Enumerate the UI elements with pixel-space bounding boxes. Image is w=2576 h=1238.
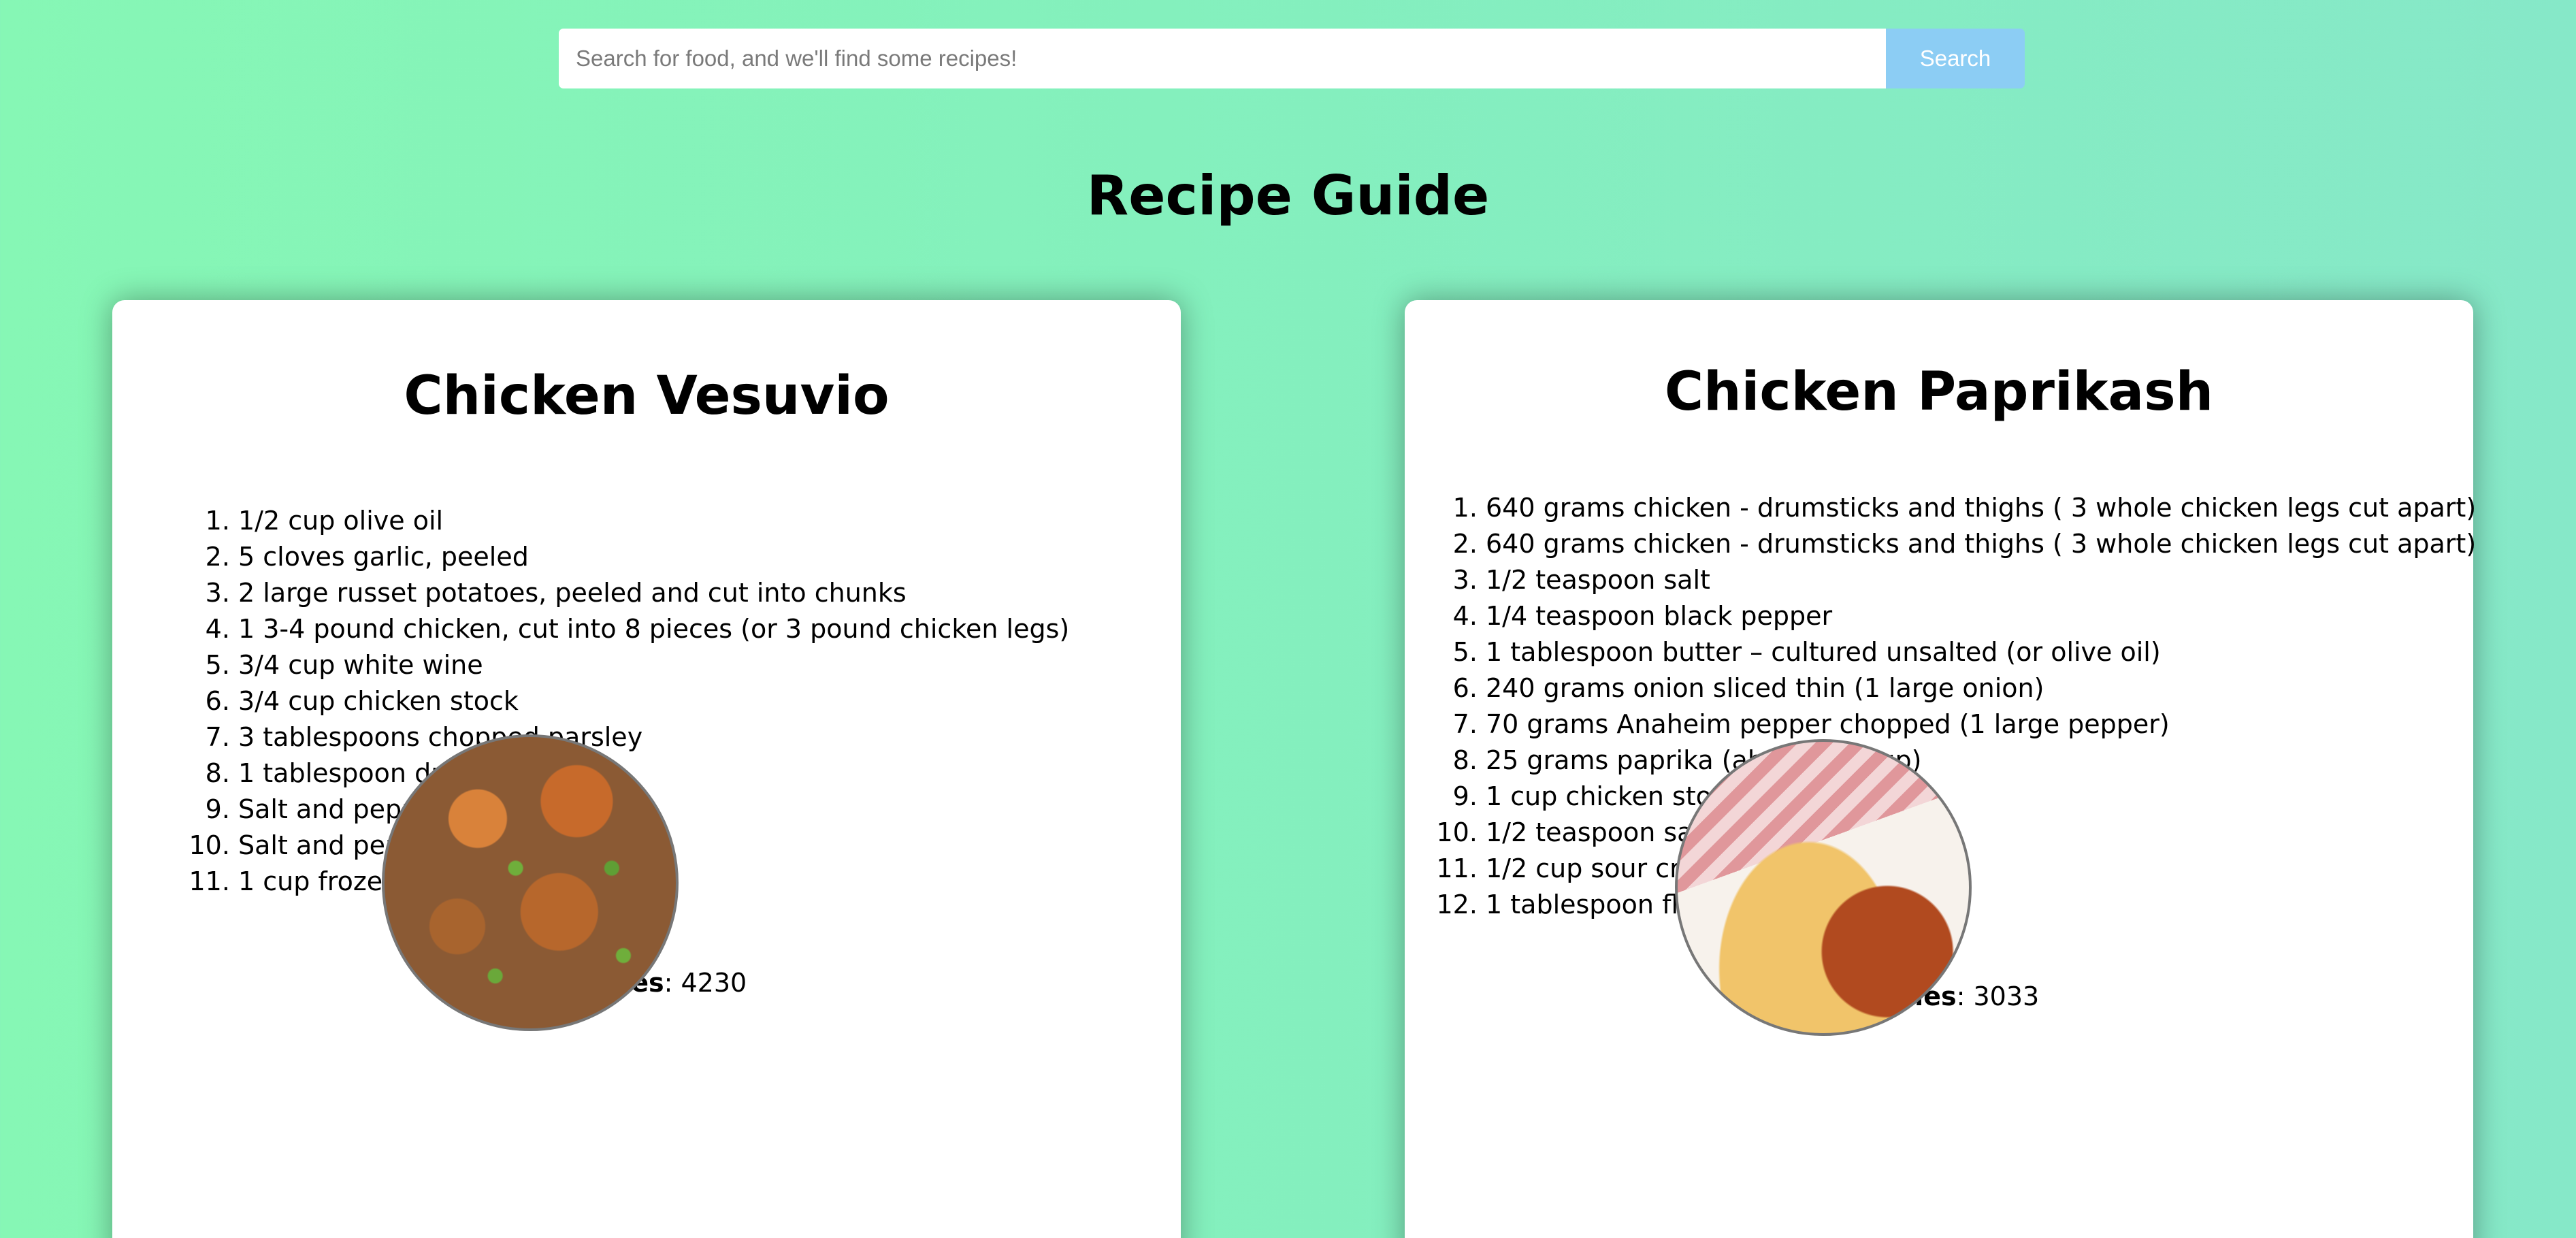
ingredient-item: 1 tablespoon flour – all-purpose — [1486, 887, 2476, 923]
ingredient-item: 640 grams chicken - drumsticks and thigh… — [1486, 526, 2476, 562]
ingredient-item: 5 cloves garlic, peeled — [238, 539, 1069, 575]
recipe-card-chicken-vesuvio: Chicken Vesuvio 1/2 cup olive oil 5 clov… — [112, 300, 1181, 1238]
ingredient-item: 1/2 cup olive oil — [238, 503, 1069, 539]
recipe-photo — [1675, 739, 1972, 1036]
ingredient-item: 1 cup chicken stock — [1486, 779, 2476, 815]
ingredient-item: 3/4 cup white wine — [238, 647, 1069, 683]
recipe-card-chicken-paprikash: Chicken Paprikash 640 grams chicken - dr… — [1405, 300, 2476, 1238]
calories-value: : 3033 — [1956, 981, 2040, 1011]
search-button[interactable]: Search — [1886, 29, 2025, 88]
search-input[interactable] — [559, 29, 1886, 88]
recipe-photo — [382, 734, 679, 1031]
ingredient-item: 1 3-4 pound chicken, cut into 8 pieces (… — [238, 611, 1069, 647]
ingredient-item: 640 grams chicken - drumsticks and thigh… — [1486, 490, 2476, 526]
ingredient-item: 3/4 cup chicken stock — [238, 683, 1069, 719]
ingredient-item: 70 grams Anaheim pepper chopped (1 large… — [1486, 706, 2476, 743]
ingredient-item: 1/2 teaspoon salt — [1486, 815, 2476, 851]
ingredient-item: 3 tablespoons chopped parsley — [238, 719, 1069, 755]
ingredient-item: 1 tablespoon dried oregano — [238, 755, 1069, 792]
ingredient-item: 1 tablespoon butter – cultured unsalted … — [1486, 634, 2476, 670]
ingredient-item: 2 large russet potatoes, peeled and cut … — [238, 575, 1069, 611]
calories-value: : 4230 — [664, 968, 747, 998]
recipe-title: Chicken Vesuvio — [404, 365, 890, 427]
search-bar: Search — [559, 29, 2025, 88]
calories-line: Calories: 3033 — [1405, 979, 2473, 1013]
ingredient-item: 240 grams onion sliced thin (1 large oni… — [1486, 670, 2476, 706]
ingredient-item: 1/2 teaspoon salt — [1486, 562, 2476, 598]
ingredient-item: 1/4 teaspoon black pepper — [1486, 598, 2476, 634]
ingredient-item: 25 grams paprika (about 1/4 cup) — [1486, 743, 2476, 779]
ingredient-item: 1/2 cup sour cream — [1486, 851, 2476, 887]
page-title: Recipe Guide — [1086, 164, 1490, 227]
recipe-title: Chicken Paprikash — [1664, 361, 2214, 423]
